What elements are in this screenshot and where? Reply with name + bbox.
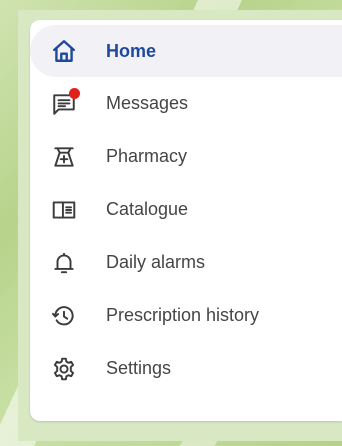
navigation-drawer: Home Messages Pharmacy Catalogue Daily a… xyxy=(30,20,342,421)
nav-item-settings[interactable]: Settings xyxy=(30,342,342,395)
nav-item-messages[interactable]: Messages xyxy=(30,77,342,130)
nav-item-catalogue[interactable]: Catalogue xyxy=(30,183,342,236)
nav-item-label: Settings xyxy=(106,358,172,378)
catalogue-icon xyxy=(50,196,78,224)
nav-item-home[interactable]: Home xyxy=(30,25,342,77)
nav-menu: Home Messages Pharmacy Catalogue Daily a… xyxy=(30,25,342,395)
nav-item-label: Home xyxy=(106,40,157,61)
nav-item-label: Prescription history xyxy=(106,305,260,325)
home-icon xyxy=(50,37,78,65)
nav-item-daily-alarms[interactable]: Daily alarms xyxy=(30,236,342,289)
nav-item-label: Daily alarms xyxy=(106,252,206,272)
bell-icon xyxy=(50,249,78,277)
gear-icon xyxy=(50,355,78,383)
nav-item-label: Messages xyxy=(106,93,189,113)
pharmacy-icon xyxy=(50,143,78,171)
nav-item-label: Pharmacy xyxy=(106,146,188,166)
nav-item-prescription-history[interactable]: Prescription history xyxy=(30,289,342,342)
messages-icon xyxy=(50,87,80,118)
nav-item-pharmacy[interactable]: Pharmacy xyxy=(30,130,342,183)
notification-badge xyxy=(69,87,80,99)
history-icon xyxy=(50,302,78,330)
nav-item-label: Catalogue xyxy=(106,199,189,219)
